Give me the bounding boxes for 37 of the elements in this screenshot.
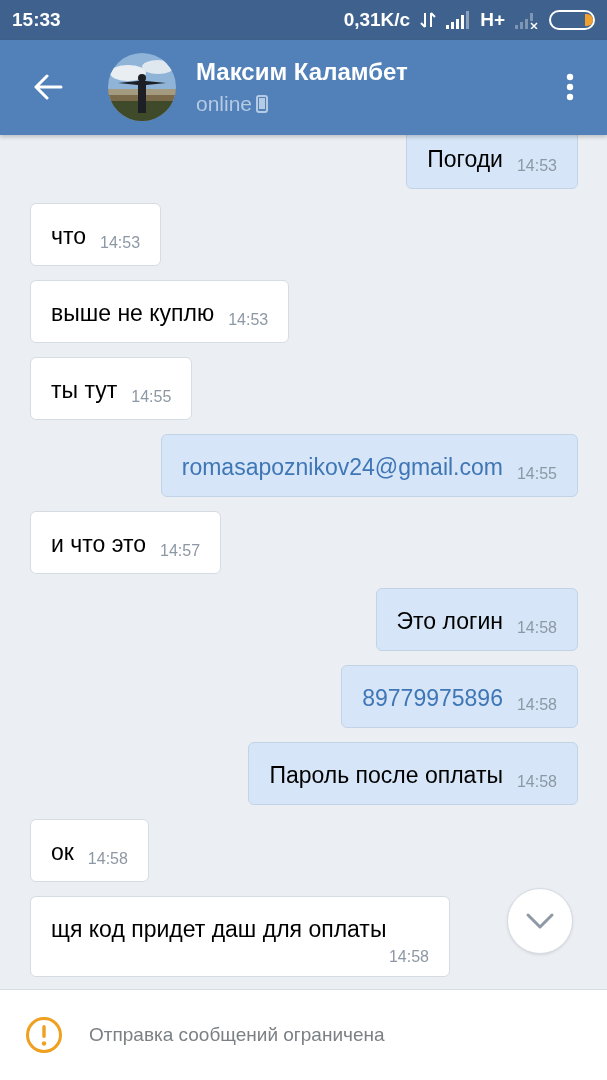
back-arrow-icon xyxy=(33,74,63,101)
message-time: 14:58 xyxy=(388,948,429,967)
phone-icon xyxy=(256,95,269,114)
message-time: 14:58 xyxy=(516,773,557,792)
contact-name: Максим Каламбет xyxy=(196,58,409,87)
message-time: 14:53 xyxy=(516,157,557,176)
message-text: Погоди xyxy=(427,145,503,175)
message-time: 14:55 xyxy=(131,388,172,407)
message-text: выше не куплю xyxy=(51,299,215,329)
network-type: H+ xyxy=(480,9,505,31)
message-time: 14:53 xyxy=(100,234,141,253)
warning-icon xyxy=(25,1016,63,1055)
message-time: 14:55 xyxy=(516,465,557,484)
message-time: 14:58 xyxy=(516,696,557,715)
message-text: щя код придет даш для оплаты xyxy=(51,915,387,945)
message-time: 14:58 xyxy=(516,619,557,638)
contact-status: online xyxy=(196,92,253,117)
message-link[interactable]: 89779975896 xyxy=(362,683,503,714)
no-signal-icon xyxy=(515,11,539,29)
message-time: 14:53 xyxy=(228,311,269,330)
network-speed: 0,31K/с xyxy=(343,9,411,31)
message-text: ок xyxy=(51,838,74,868)
message-text: Пароль после оплаты xyxy=(269,761,503,791)
message-link[interactable]: romasapoznikov24@gmail.com xyxy=(181,452,503,483)
notice-text: Отправка сообщений ограничена xyxy=(89,1024,385,1047)
message-text: и что это xyxy=(51,530,146,560)
message-text: ты тут xyxy=(51,376,118,406)
message-time: 14:57 xyxy=(160,542,201,561)
signal-icon xyxy=(446,11,471,29)
data-arrows-icon xyxy=(420,11,437,29)
battery-icon xyxy=(549,10,595,30)
message-time: 14:58 xyxy=(87,850,128,869)
message-text: что xyxy=(51,222,87,252)
chevron-down-icon xyxy=(525,912,555,930)
status-time: 15:33 xyxy=(12,9,61,31)
message-text: Это логин xyxy=(396,607,503,637)
menu-icon xyxy=(566,73,574,102)
